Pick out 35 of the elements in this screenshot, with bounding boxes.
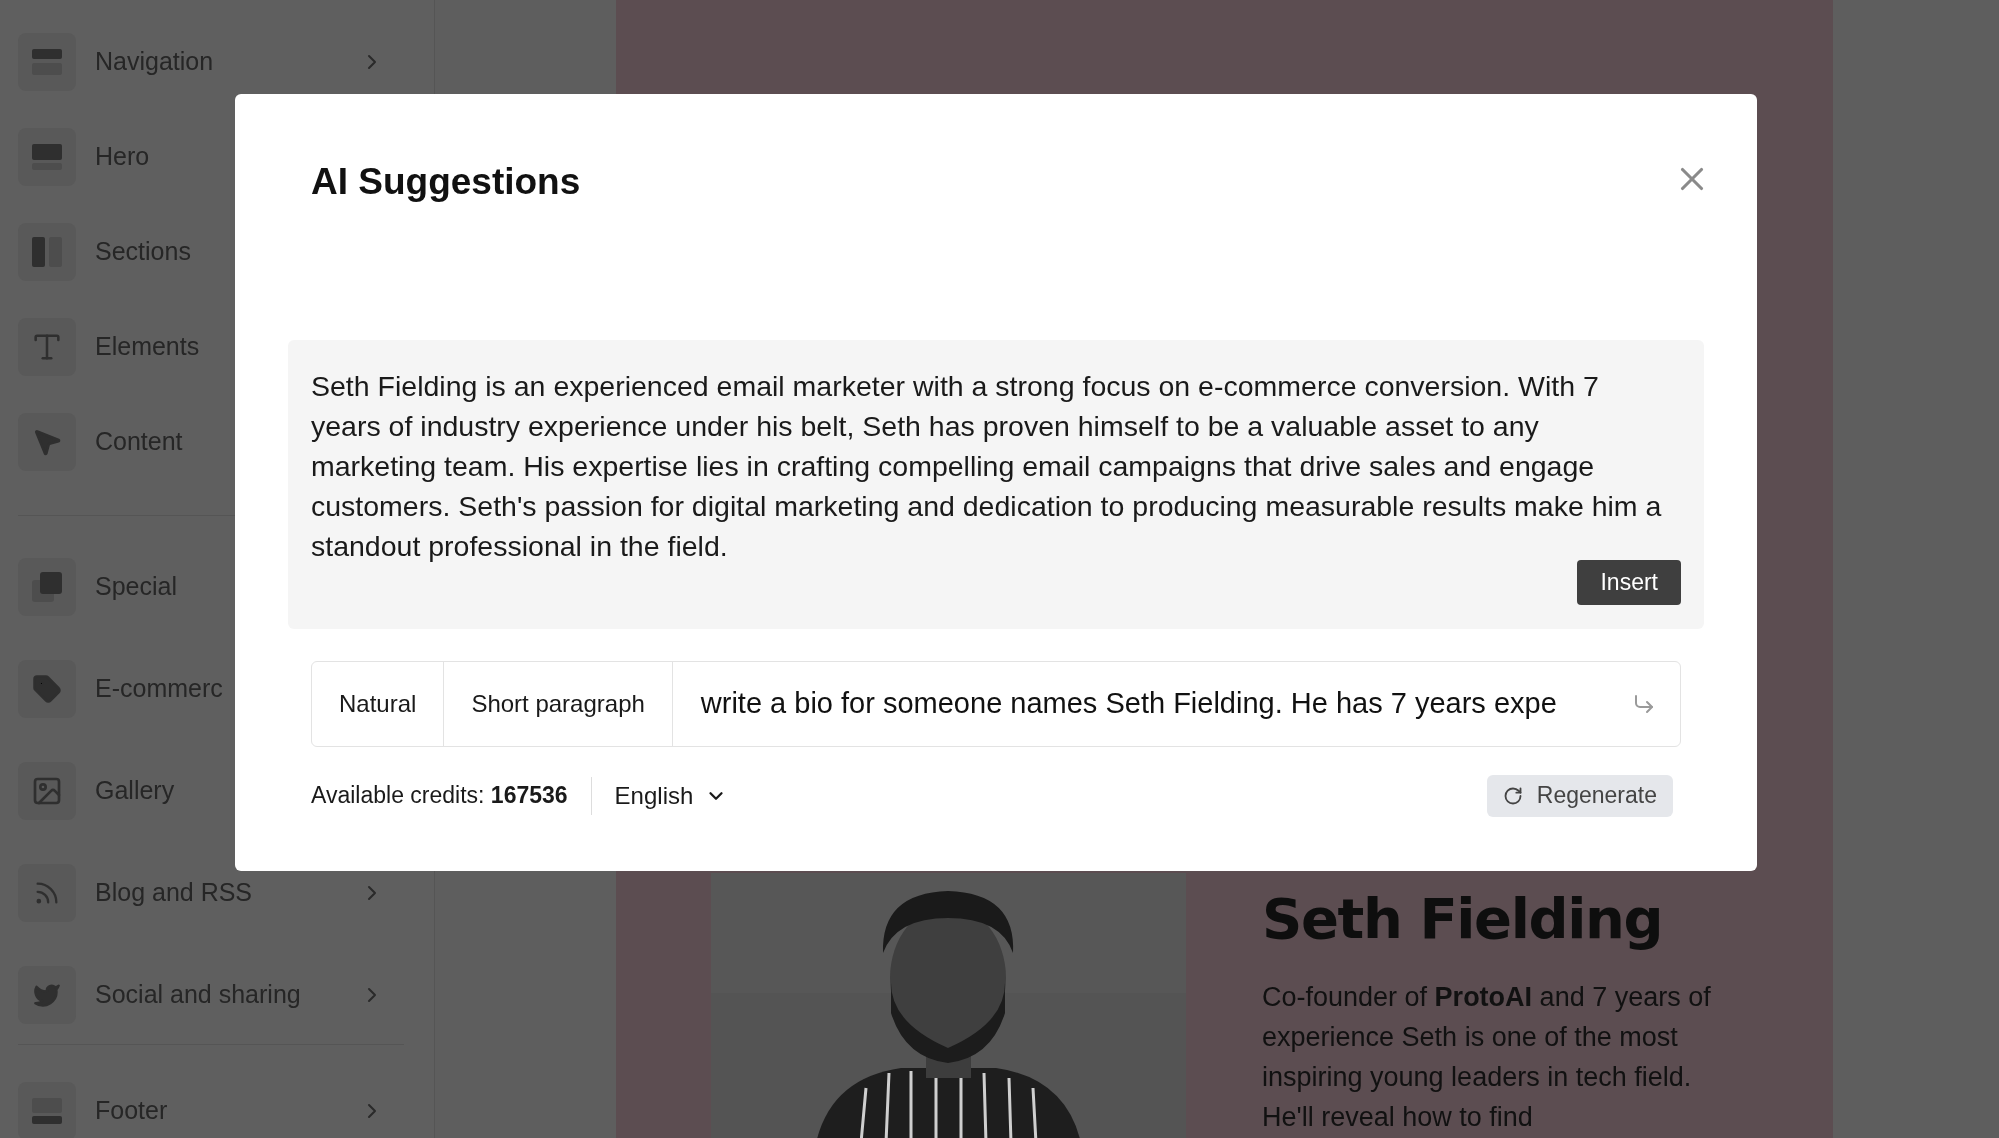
dialog-title: AI Suggestions: [311, 160, 581, 204]
prompt-field[interactable]: write a bio for someone names Seth Fielding. He has 7 years expe: [672, 661, 1680, 746]
profile-bio: Co-founder of ProtoAI and 7 years of experience Seth is one of the most inspiring young leaders in tech field. He'll reveal how to find: [1262, 981, 1712, 1134]
sidebar-label: Social and sharing: [95, 979, 301, 1011]
sidebar-item[interactable]: Blog and RSS: [18, 864, 404, 922]
regenerate-button[interactable]: Regenerate: [1486, 774, 1673, 817]
layout-footer-icon: [32, 1098, 62, 1124]
sidebar-item[interactable]: Social and sharing: [18, 966, 404, 1024]
length-select[interactable]: Short paragraph: [444, 661, 673, 746]
layout-hero-icon: [32, 144, 62, 170]
insert-button[interactable]: Insert: [1577, 559, 1681, 605]
bird-icon: [33, 981, 61, 1009]
sidebar-label: Elements: [95, 331, 200, 363]
sidebar-label: Gallery: [95, 775, 175, 807]
tag-icon: [32, 674, 62, 704]
sidebar-label: Blog and RSS: [95, 877, 253, 909]
prompt-text: write a bio for someone names Seth Fielding. He has 7 years expe: [700, 685, 1558, 721]
image-icon: [31, 775, 63, 807]
sidebar-label: Footer: [95, 1095, 168, 1127]
sidebar-item[interactable]: Navigation: [18, 33, 404, 91]
sidebar-label: Content: [95, 426, 183, 458]
sidebar-item[interactable]: Sections: [18, 223, 404, 281]
sidebar-item[interactable]: Footer: [18, 1082, 404, 1138]
columns-icon: [32, 237, 62, 267]
refresh-icon: [1502, 785, 1523, 806]
credits-text: Available credits: 167536: [311, 781, 568, 811]
language-select[interactable]: English: [614, 777, 728, 814]
layout-top-icon: [32, 49, 62, 75]
sidebar-label: Sections: [95, 236, 191, 268]
sidebar-label: E-commerc: [95, 673, 223, 705]
sidebar-label: Navigation: [95, 46, 214, 78]
tone-select[interactable]: Natural: [312, 661, 445, 746]
stacked-squares-icon: [32, 572, 62, 602]
sidebar-label: Hero: [95, 141, 150, 173]
sidebar-label: Special: [95, 571, 177, 603]
